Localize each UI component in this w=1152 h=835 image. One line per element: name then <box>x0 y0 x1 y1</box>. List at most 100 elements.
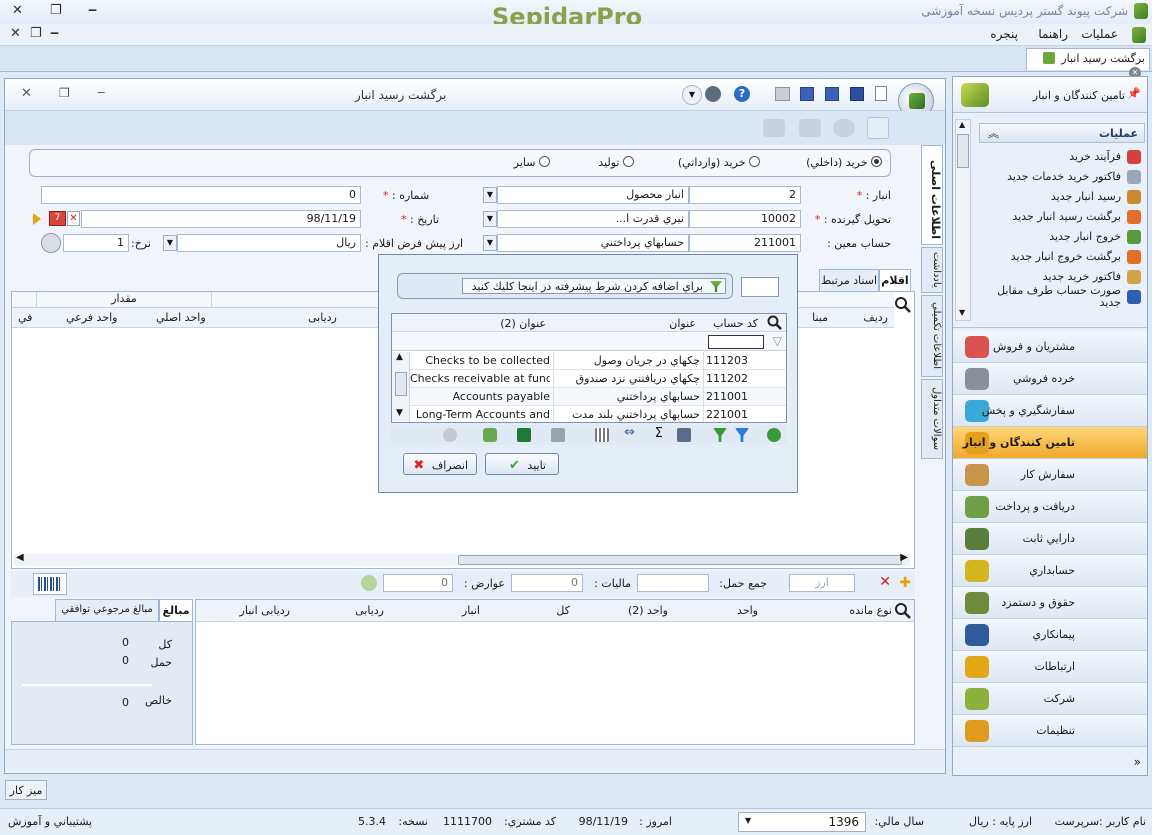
tab-related-docs[interactable]: اسناد مرتبط <box>819 269 879 291</box>
lower-col-tracking[interactable]: ردیابی <box>355 604 384 617</box>
app-restore-icon[interactable]: ❐ <box>50 3 62 18</box>
lookup-row[interactable]: 221001 حسابهاي پرداختني بلند مدت Long-Term… <box>410 406 786 422</box>
doc-restore-button[interactable]: ❐ <box>59 86 70 100</box>
nav-operation-item[interactable]: رسيد انبار جديد <box>979 187 1145 207</box>
lookup-filter-icon[interactable]: ▽ <box>773 334 782 348</box>
side-tab-main[interactable]: اطلاعات اصلی <box>921 145 943 245</box>
tab-items[interactable]: اقلام <box>879 269 911 291</box>
collapse-chevron-icon[interactable]: ︽ <box>988 125 999 141</box>
col-tracking[interactable]: ردیابی <box>308 311 337 324</box>
nav-operation-item[interactable]: برگشت رسيد انبار جديد <box>979 207 1145 227</box>
lookup-col-code[interactable]: كد حساب <box>713 317 758 330</box>
doc-tab-return-receipt[interactable]: برگشت رسید انبار ✕ <box>1026 48 1150 79</box>
tahvil-dropdown-button[interactable]: ▼ <box>483 211 497 227</box>
nav-module-button[interactable]: تنظيمات <box>953 715 1147 747</box>
save-icon[interactable] <box>850 87 864 101</box>
nav-module-button[interactable]: دارايي ثابت <box>953 523 1147 555</box>
tab-agreed-returns[interactable]: مبالغ مرجوعي توافقي <box>55 599 159 621</box>
lookup-filter-input[interactable] <box>708 335 764 349</box>
cancel-button[interactable]: انصراف ✖ <box>403 453 477 475</box>
operations-section-header[interactable]: عمليات ︽ <box>979 123 1145 143</box>
side-tab-notes[interactable]: يادداشت <box>921 247 943 293</box>
compass-icon[interactable] <box>705 86 721 102</box>
excel-icon[interactable] <box>517 428 531 442</box>
tab-amounts[interactable]: مبالغ <box>159 599 193 621</box>
tahvil-name-field[interactable]: نيري قدرت ا... <box>497 210 689 228</box>
nav-operation-item[interactable]: خروج انبار جديد <box>979 227 1145 247</box>
lower-col-unit2[interactable]: واحد (2) <box>628 604 668 617</box>
footer-arz-field[interactable]: ارز <box>789 574 855 592</box>
doc-restore-icon[interactable]: ❐ <box>30 26 42 41</box>
lookup-col-title2[interactable]: عنوان (2) <box>500 317 546 330</box>
radio-import[interactable]: خريد (وارداتي) <box>678 156 760 169</box>
filter-condition-bar[interactable]: براي اضافه كردن شرط پيشرفته در اينجا كلي… <box>397 273 733 299</box>
lookup-scroll-thumb[interactable] <box>395 372 407 396</box>
side-tab-extra[interactable]: اطلاعات تكميلي <box>921 295 943 377</box>
maliat-field[interactable]: 0 <box>511 574 583 592</box>
anbar-name-field[interactable]: انبار محصول <box>497 186 689 204</box>
col-main-unit[interactable]: واحد اصلي <box>156 311 206 324</box>
nav-module-button[interactable]: سفارشگيري و پخش <box>953 395 1147 427</box>
add-row-icon[interactable]: ✚ <box>899 575 911 591</box>
nav-operation-item[interactable]: فرآيند خريد <box>979 147 1145 167</box>
send-icon[interactable] <box>799 119 821 137</box>
calc-icon[interactable] <box>361 575 377 591</box>
lower-col-store-tracking[interactable]: ردیابی انبار <box>240 604 290 617</box>
column-chooser-icon[interactable] <box>595 428 609 442</box>
nav-operation-item[interactable]: صورت حساب طرف مقابل جديد <box>979 285 1145 309</box>
menu-operations[interactable]: عملیات <box>1081 27 1118 41</box>
calendar-icon[interactable]: 7 <box>49 211 66 226</box>
side-tab-faq[interactable]: سوالات متداول <box>921 379 943 459</box>
nav-module-button[interactable]: دريافت و پرداخت <box>953 491 1147 523</box>
date-clear-icon[interactable]: ✕ <box>67 211 80 226</box>
nav-module-button[interactable]: پيمانكاري <box>953 619 1147 651</box>
radio-production[interactable]: توليد <box>598 156 634 169</box>
nav-module-button[interactable]: سفارش كار <box>953 459 1147 491</box>
columns-icon[interactable] <box>677 428 691 442</box>
nerkh-field[interactable]: 1 <box>63 234 129 252</box>
col-sub-unit[interactable]: واحد فرعي <box>66 311 118 324</box>
toolbar-dropdown-icon[interactable]: ▼ <box>682 85 702 105</box>
nav-module-button[interactable]: حقوق و دستمزد <box>953 587 1147 619</box>
haml-field[interactable] <box>637 574 709 592</box>
clear-icon[interactable] <box>443 428 457 442</box>
desk-button[interactable]: ميز كار <box>5 780 47 800</box>
doc-minimize-button[interactable]: ‒ <box>97 85 105 100</box>
shomare-field[interactable]: 0 <box>41 186 361 204</box>
save-new-icon[interactable] <box>800 87 814 101</box>
date-arrow-icon[interactable] <box>33 213 41 225</box>
save-close-icon[interactable] <box>825 87 839 101</box>
grid-hscrollbar[interactable]: ◀ ▶ <box>14 552 910 566</box>
barcode-icon[interactable] <box>33 573 67 595</box>
new-document-icon[interactable] <box>875 86 887 101</box>
col-base[interactable]: مبنا <box>812 311 828 324</box>
refresh-icon[interactable] <box>767 428 781 442</box>
delete-row-icon[interactable]: ✕ <box>879 574 891 590</box>
doc-minimize-icon[interactable]: ‒ <box>50 26 59 41</box>
hesab-code-field[interactable]: 211001 <box>689 234 801 252</box>
doc-close-button[interactable]: ✕ <box>21 86 32 101</box>
tarikh-field[interactable]: 98/11/19 <box>81 210 361 228</box>
radio-other[interactable]: ساير <box>514 156 550 169</box>
col-row[interactable]: رديف <box>863 311 888 324</box>
hesab-dropdown-button[interactable]: ▼ <box>483 235 497 251</box>
lower-col-unit[interactable]: واحد <box>737 604 758 617</box>
print-icon[interactable] <box>775 87 790 101</box>
fit-width-icon[interactable]: ⇔ <box>624 425 635 440</box>
col-fee[interactable]: في <box>18 311 32 324</box>
anbar-code-field[interactable]: 2 <box>689 186 801 204</box>
help-icon[interactable]: ? <box>734 86 750 102</box>
lookup-row[interactable]: 211001 حسابهاي پرداختني Accounts payable <box>410 388 786 406</box>
lower-col-store[interactable]: انبار <box>462 604 480 617</box>
lookup-scroll-down-icon[interactable]: ▼ <box>396 408 403 418</box>
scroll-right-icon[interactable]: ▶ <box>900 552 908 563</box>
lookup-print-icon[interactable] <box>551 428 565 442</box>
nav-scroll-up-icon[interactable]: ▲ <box>959 120 965 129</box>
tahvil-code-field[interactable]: 10002 <box>689 210 801 228</box>
scroll-left-icon[interactable]: ◀ <box>16 552 24 563</box>
nav-operation-item[interactable]: برگشت خروج انبار جديد <box>979 247 1145 267</box>
nav-scroll-thumb[interactable] <box>957 134 969 168</box>
lookup-row[interactable]: 111202 چكهاي دريافتني نزد صندوق Checks rec… <box>410 370 786 388</box>
send-back-icon[interactable] <box>763 119 785 137</box>
lookup-vscrollbar[interactable]: ▲ ▼ <box>392 352 410 422</box>
